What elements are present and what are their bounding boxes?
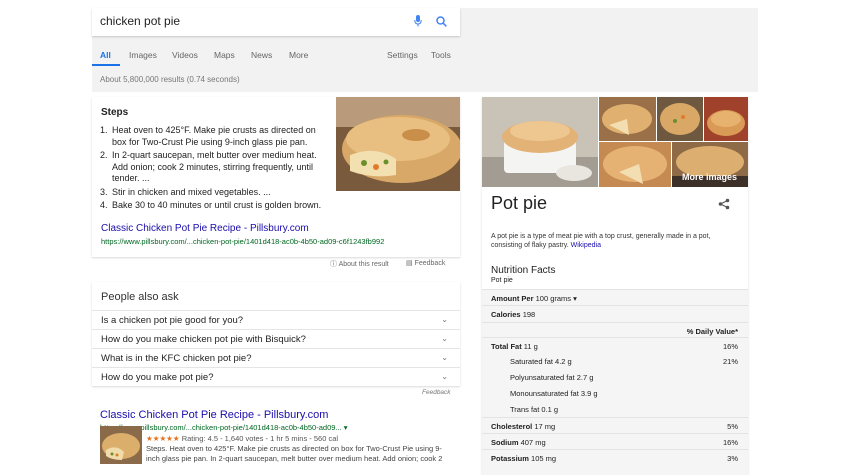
nutrient-row: Sodium 407 mg 16% bbox=[482, 433, 748, 449]
share-icon[interactable] bbox=[718, 197, 730, 215]
result-stats: About 5,800,000 results (0.74 seconds) bbox=[100, 75, 240, 84]
tab-maps[interactable]: Maps bbox=[214, 50, 235, 60]
tab-settings[interactable]: Settings bbox=[387, 50, 418, 60]
result-rating: ★★★★★ Rating: 4.5 - 1,640 votes - 1 hr 5… bbox=[146, 434, 339, 443]
microphone-icon[interactable] bbox=[414, 14, 422, 32]
nutrient-row: Polyunsaturated fat 2.7 g bbox=[510, 373, 594, 382]
nutrient-row: Trans fat 0.1 g bbox=[510, 405, 559, 414]
featured-snippet: Steps 1. Heat oven to 425°F. Make pie cru… bbox=[92, 97, 460, 257]
tab-news[interactable]: News bbox=[251, 50, 272, 60]
kp-image[interactable] bbox=[657, 97, 703, 141]
nutrition-subject[interactable]: Pot pie bbox=[491, 277, 513, 284]
kp-title: Pot pie bbox=[491, 193, 548, 213]
nutrient-row: Saturated fat 4.2 g 21% bbox=[510, 357, 738, 366]
wikipedia-link[interactable]: Wikipedia bbox=[571, 242, 601, 249]
tab-all[interactable]: All bbox=[100, 50, 111, 60]
step-item: 3. Stir in chicken and mixed vegetables. … bbox=[100, 186, 271, 197]
nutrient-row: Potassium 105 mg 3% bbox=[482, 449, 748, 465]
chevron-down-icon: ⌄ bbox=[441, 353, 448, 362]
knowledge-panel: More images Pot pie A pot pie is a type … bbox=[482, 97, 748, 475]
kp-description: A pot pie is a type of meat pie with a t… bbox=[491, 233, 711, 249]
search-input[interactable]: chicken pot pie bbox=[100, 14, 180, 28]
step-item: 4. Bake 30 to 40 minutes or until crust i… bbox=[100, 200, 322, 210]
tab-more[interactable]: More bbox=[289, 50, 308, 60]
nutrition-table: Amount Per 100 grams ▾ Calories 198 % Da… bbox=[482, 289, 748, 475]
paa-question[interactable]: Is a chicken pot pie good for you? ⌄ bbox=[92, 310, 460, 329]
chevron-down-icon: ⌄ bbox=[441, 315, 448, 324]
daily-value-header: % Daily Value* bbox=[482, 322, 748, 338]
about-this-result[interactable]: ⓘ About this result bbox=[330, 259, 389, 269]
result-title[interactable]: Classic Chicken Pot Pie Recipe - Pillsbu… bbox=[100, 409, 328, 421]
tab-videos[interactable]: Videos bbox=[172, 50, 198, 60]
paa-title: People also ask bbox=[101, 291, 179, 303]
paa-question[interactable]: How do you make pot pie? ⌄ bbox=[92, 367, 460, 386]
nutrient-row: Cholesterol 17 mg 5% bbox=[482, 417, 748, 433]
chevron-down-icon: ⌄ bbox=[441, 372, 448, 381]
kp-image[interactable] bbox=[599, 142, 671, 187]
result-description: Steps. Heat oven to 425°F. Make pie crus… bbox=[146, 444, 443, 463]
amount-per-row[interactable]: Amount Per 100 grams ▾ bbox=[482, 289, 748, 305]
more-images-link[interactable]: More images bbox=[682, 172, 737, 182]
calories-row: Calories 198 bbox=[482, 305, 748, 321]
snippet-feedback[interactable]: ▤ Feedback bbox=[406, 259, 445, 267]
tab-tools[interactable]: Tools bbox=[431, 50, 451, 60]
kp-image[interactable] bbox=[482, 97, 598, 187]
kp-image[interactable] bbox=[599, 97, 656, 141]
step-item: 2. In 2-quart saucepan, melt butter over … bbox=[100, 150, 317, 183]
steps-list: 1. Heat oven to 425°F. Make pie crusts as… bbox=[100, 125, 330, 214]
search-icon[interactable] bbox=[436, 14, 447, 32]
nutrition-title: Nutrition Facts bbox=[491, 265, 556, 276]
paa-question[interactable]: How do you make chicken pot pie with Bis… bbox=[92, 329, 460, 348]
tab-images[interactable]: Images bbox=[129, 50, 157, 60]
star-rating-icon: ★★★★★ bbox=[146, 434, 180, 443]
step-item: 1. Heat oven to 425°F. Make pie crusts as… bbox=[100, 125, 316, 147]
pot-pie-image[interactable] bbox=[336, 97, 460, 191]
chevron-down-icon: ⌄ bbox=[441, 334, 448, 343]
kp-image[interactable] bbox=[704, 97, 748, 141]
nutrient-row: Total Fat 11 g 16% bbox=[482, 337, 748, 353]
active-tab-indicator bbox=[92, 64, 120, 66]
search-box[interactable]: chicken pot pie bbox=[92, 8, 460, 36]
snippet-url[interactable]: https://www.pillsbury.com/...chicken-pot… bbox=[101, 237, 384, 246]
steps-title: Steps bbox=[101, 107, 129, 118]
help-icon: ⓘ bbox=[330, 261, 337, 268]
result-thumbnail[interactable] bbox=[100, 426, 142, 464]
snippet-link[interactable]: Classic Chicken Pot Pie Recipe - Pillsbu… bbox=[101, 223, 309, 234]
paa-question[interactable]: What is in the KFC chicken pot pie? ⌄ bbox=[92, 348, 460, 367]
paa-feedback[interactable]: Feedback bbox=[422, 389, 451, 396]
divider bbox=[92, 257, 460, 258]
feedback-icon: ▤ bbox=[406, 260, 413, 267]
nutrient-row: Monounsaturated fat 3.9 g bbox=[510, 389, 598, 398]
people-also-ask: People also ask Is a chicken pot pie goo… bbox=[92, 282, 460, 386]
